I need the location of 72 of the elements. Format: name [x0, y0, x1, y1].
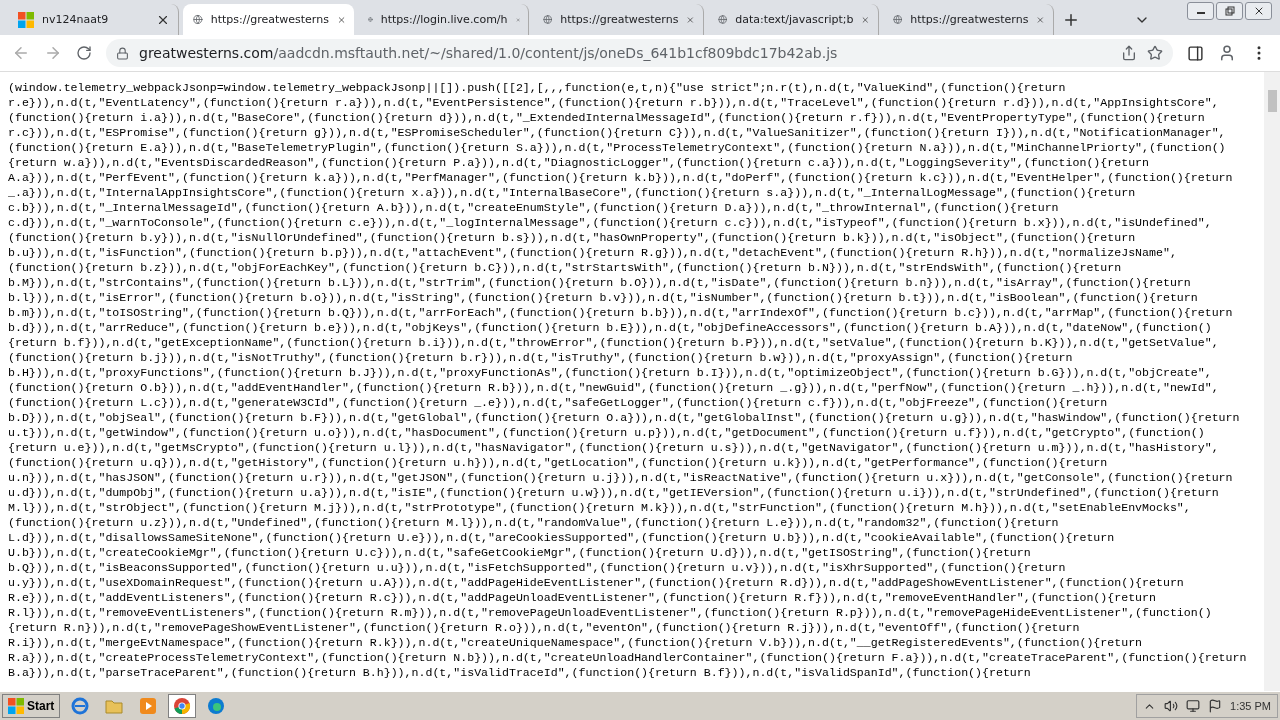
code-line: (function(){return b.j})),n.d(t,"isNotTruthy",(function(){return b.r})),n.d(t,"isTruthy",(function(){return b.w})),n.d(t,"proxyAssign",(function(){return — [8, 350, 1074, 365]
code-line: u.y})),n.d(t,"useXDomainRequest",(function(){return u.A})),n.d(t,"addPageHideEventListener",(function(){return R.d})),n.d(t,"addPageShowEventListener",(function(){return — [8, 575, 1185, 590]
start-button[interactable]: Start — [2, 694, 61, 718]
windows-logo-icon — [18, 11, 34, 28]
browser-tab[interactable]: nv124naat9 — [8, 4, 179, 35]
code-line: (function(){return i.a})),n.d(t,"BaseCore",(function(){return d})),n.d(t,"_ExtendedInternalMessageId",(function(){return r.f})),n.d(t,"EventPropertyType",(function(){return — [8, 110, 1206, 125]
code-line: L.d})),n.d(t,"disallowsSameSiteNone",(function(){return U.e})),n.d(t,"areCookiesSupported",(function(){return U.b})),n.d(t,"cookieAvailable",(function(){return — [8, 530, 1116, 545]
code-line: b.d})),n.d(t,"arrReduce",(function(){return b.e})),n.d(t,"objKeys",(function(){return b.E})),n.d(t,"objDefineAccessors",(function(){return b.A})),n.d(t,"dateNow",(function() — [8, 320, 1213, 335]
code-line: R.a})),n.d(t,"createProcessTelemetryContext",(function(){return N.b})),n.d(t,"createUnloadHandlerContainer",(function(){return F.a})),n.d(t,"createTraceParent",(function(){return — [8, 650, 1248, 665]
side-panel-icon[interactable] — [1187, 44, 1204, 62]
code-line: M.l})),n.d(t,"strObject",(function(){return M.j})),n.d(t,"strPrototype",(function(){return M.k})),n.d(t,"strFunction",(function(){return M.h})),n.d(t,"setEnableEnvMocks", — [8, 500, 1192, 515]
clock: 1:35 PM — [1230, 700, 1271, 712]
code-line: U.b})),n.d(t,"createCookieMgr",(function(){return U.c})),n.d(t,"safeGetCookieMgr",(function(){return U.d})),n.d(t,"getISOString",(function(){return — [8, 545, 1032, 560]
code-line: {return b.f})),n.d(t,"getExceptionName",(function(){return b.i})),n.d(t,"throwError",(function(){return b.P})),n.d(t,"setValue",(function(){return b.K})),n.d(t,"getSetValue", — [8, 335, 1220, 350]
code-line: R.e})),n.d(t,"addEventListeners",(function(){return R.c})),n.d(t,"addPageUnloadEventListener",(function(){return R.f})),n.d(t,"removeEventHandler",(function(){return — [8, 590, 1157, 605]
code-line: R.l})),n.d(t,"removeEventListeners",(function(){return R.m})),n.d(t,"removePageUnloadEventListener",(function(){return R.p})),n.d(t,"removePageHideEventListener",(function() — [8, 605, 1213, 620]
code-line: b.l})),n.d(t,"isError",(function(){return b.o})),n.d(t,"isString",(function(){return b.v})),n.d(t,"isNumber",(function(){return b.t})),n.d(t,"isBoolean",(function(){return — [8, 290, 1199, 305]
code-line: b.m})),n.d(t,"toISOString",(function(){return b.Q})),n.d(t,"arrForEach",(function(){return b.b})),n.d(t,"arrIndexOf",(function(){return b.c})),n.d(t,"arrMap",(function(){return — [8, 305, 1234, 320]
code-line: u.n})),n.d(t,"hasJSON",(function(){return u.r})),n.d(t,"getJSON",(function(){return u.j})),n.d(t,"isReactNative",(function(){return u.x})),n.d(t,"getConsole",(function(){return — [8, 470, 1234, 485]
lock-icon — [116, 46, 129, 60]
code-line: A.a})),n.d(t,"PerfEvent",(function(){return k.a})),n.d(t,"PerfManager",(function(){return k.b})),n.d(t,"doPerf",(function(){return k.c})),n.d(t,"EventHelper",(function(){return — [8, 170, 1234, 185]
browser-e-icon — [71, 697, 90, 715]
code-line: R.i})),n.d(t,"mergeEvtNamespace",(function(){return R.k})),n.d(t,"createUniqueNamespace",(function(){return V.b})),n.d(t,"__getRegisteredEvents",(function(){return — [8, 635, 1144, 650]
chrome-icon — [173, 697, 192, 715]
star-icon[interactable] — [1147, 45, 1163, 61]
browser-tab[interactable]: https://greatwesterns — [533, 4, 704, 35]
code-line: (window.telemetry_webpackJsonp=window.telemetry_webpackJsonp||[]).push([[2],[,,,function(e,t,n){"use strict";n.r(t),n.d(t,"ValueKind",(function(){return — [8, 80, 1067, 95]
code-line: b.M})),n.d(t,"strContains",(function(){return b.L})),n.d(t,"strTrim",(function(){return b.O})),n.d(t,"isDate",(function(){return b.n})),n.d(t,"isArray",(function(){return — [8, 275, 1192, 290]
browser-tab[interactable]: https://greatwesterns — [183, 4, 354, 35]
share-icon[interactable] — [1121, 45, 1137, 61]
network-icon[interactable] — [1186, 699, 1201, 713]
code-line: c.d})),n.d(t,"_warnToConsole",(function(){return c.e})),n.d(t,"_logInternalMessage",(function(){return c.c})),n.d(t,"isTypeof",(function(){return b.x})),n.d(t,"isUndefined", — [8, 215, 1213, 230]
code-line: (function(){return b.y})),n.d(t,"isNullOrUndefined",(function(){return b.s})),n.d(t,"hasOwnProperty",(function(){return b.k})),n.d(t,"isObject",(function(){return — [8, 230, 1137, 245]
minimize-button[interactable] — [1187, 2, 1214, 20]
code-line: _.a})),n.d(t,"InternalAppInsightsCore",(function(){return x.a})),n.d(t,"InternalBaseCore",(function(){return s.a})),n.d(t,"_InternalLogMessage",(function(){return — [8, 185, 1137, 200]
restore-button[interactable] — [1216, 2, 1243, 20]
code-line: b.Q})),n.d(t,"isBeaconsSupported",(function(){return u.u})),n.d(t,"isFetchSupported",(function(){return u.v})),n.d(t,"isXhrSupported",(function(){return — [8, 560, 1067, 575]
restore-icon — [1224, 6, 1235, 16]
code-line: b.H})),n.d(t,"proxyFunctions",(function(){return b.J})),n.d(t,"proxyFunctionAs",(function(){return b.I})),n.d(t,"optimizeObject",(function(){return b.G})),n.d(t,"objCreate", — [8, 365, 1213, 380]
taskbar-app[interactable] — [168, 694, 197, 718]
code-line: r.e})),n.d(t,"EventLatency",(function(){return r.a})),n.d(t,"EventPersistence",(function(){return r.b})),n.d(t,"TraceLevel",(function(){return r.d})),n.d(t,"AppInsightsCore", — [8, 95, 1220, 110]
windows-logo-icon — [8, 698, 24, 714]
folder-icon — [105, 698, 124, 714]
code-line: {return w.a})),n.d(t,"EventsDiscardedReason",(function(){return P.a})),n.d(t,"DiagnosticLogger",(function(){return c.a})),n.d(t,"LoggingSeverity",(function(){return — [8, 155, 1150, 170]
reload-icon[interactable] — [76, 45, 92, 61]
code-line: {return R.n})),n.d(t,"removePageShowEventListener",(function(){return R.o})),n.d(t,"eventOn",(function(){return R.j})),n.d(t,"eventOff",(function(){return — [8, 620, 1081, 635]
address-bar[interactable]: greatwesterns.com/aadcdn.msftauth.net/~/shared/1.0/content/js/oneDs_641b1cf809bdc17b42ab.js — [106, 39, 1173, 67]
flag-icon[interactable] — [1208, 699, 1223, 713]
code-line: u.d})),n.d(t,"dumpObj",(function(){return u.a})),n.d(t,"isIE",(function(){return u.w})),n.d(t,"getIEVersion",(function(){return u.i})),n.d(t,"strUndefined",(function(){return — [8, 485, 1220, 500]
close-button[interactable] — [1245, 2, 1272, 20]
code-line: (function(){return u.z})),n.d(t,"Undefined",(function(){return M.l})),n.d(t,"randomValue",(function(){return L.e})),n.d(t,"random32",(function(){return — [8, 515, 1060, 530]
browser-tab[interactable]: data:text/javascript;b — [708, 4, 879, 35]
code-line: b.u})),n.d(t,"isFunction",(function(){return b.p})),n.d(t,"attachEvent",(function(){return R.g})),n.d(t,"detachEvent",(function(){return R.h})),n.d(t,"normalizeJsName", — [8, 245, 1178, 260]
media-player-icon — [139, 697, 158, 715]
profile-icon[interactable] — [1218, 44, 1236, 62]
code-line: {return u.e})),n.d(t,"getMsCrypto",(function(){return u.l})),n.d(t,"hasNavigator",(function(){return u.s})),n.d(t,"getNavigator",(function(){return u.m})),n.d(t,"hasHistory", — [8, 440, 1220, 455]
code-line: (function(){return b.z})),n.d(t,"objForEachKey",(function(){return b.C})),n.d(t,"strStartsWith",(function(){return b.N})),n.d(t,"strEndsWith",(function(){return — [8, 260, 1123, 275]
code-line: b.D})),n.d(t,"objSeal",(function(){return b.F})),n.d(t,"getGlobal",(function(){return O.a})),n.d(t,"getGlobalInst",(function(){return u.g})),n.d(t,"hasWindow",(function(){return — [8, 410, 1241, 425]
scrollbar[interactable] — [1264, 72, 1280, 691]
url-text: greatwesterns.com/aadcdn.msftauth.net/~/shared/1.0/content/js/oneDs_641b1cf809bdc17b42ab.js — [139, 45, 838, 61]
code-line: u.t})),n.d(t,"getWindow",(function(){return u.o})),n.d(t,"hasDocument",(function(){return u.p})),n.d(t,"getDocument",(function(){return u.f})),n.d(t,"getCrypto",(function() — [8, 425, 1206, 440]
browser-tab[interactable]: https://greatwesterns — [883, 4, 1054, 35]
speaker-icon[interactable] — [1164, 699, 1179, 713]
code-line: (function(){return E.a})),n.d(t,"BaseTelemetryPlugin",(function(){return S.a})),n.d(t,"ProcessTelemetryContext",(function(){return N.a})),n.d(t,"MinChannelPriorty",(function() — [8, 140, 1227, 155]
browser-tab[interactable]: https://login.live.com/h — [358, 4, 529, 35]
code-line: r.c})),n.d(t,"ESPromise",(function(){return g})),n.d(t,"ESPromiseScheduler",(function(){return C})),n.d(t,"ValueSanitizer",(function(){return I})),n.d(t,"NotificationManager", — [8, 125, 1227, 140]
code-line: (function(){return O.b})),n.d(t,"addEventHandler",(function(){return R.b})),n.d(t,"newGuid",(function(){return _.g})),n.d(t,"perfNow",(function(){return _.h})),n.d(t,"newId", — [8, 380, 1220, 395]
edge-icon — [207, 697, 226, 715]
code-line: (function(){return L.c})),n.d(t,"generateW3CId",(function(){return _.e})),n.d(t,"safeGetLogger",(function(){return c.f})),n.d(t,"objFreeze",(function(){return — [8, 395, 1109, 410]
code-line: B.a})),n.d(t,"parseTraceParent",(function(){return B.h})),n.d(t,"isValidTraceId",(function(){return B.f})),n.d(t,"isValidSpanId",(function(){return — [8, 665, 1032, 680]
code-line: (function(){return u.q})),n.d(t,"getHistory",(function(){return u.h})),n.d(t,"getLocation",(function(){return u.k})),n.d(t,"getPerformance",(function(){return — [8, 455, 1109, 470]
code-line: c.b})),n.d(t,"_InternalMessageId",(function(){return A.b})),n.d(t,"createEnumStyle",(function(){return D.a})),n.d(t,"_throwInternal",(function(){return — [8, 200, 1060, 215]
